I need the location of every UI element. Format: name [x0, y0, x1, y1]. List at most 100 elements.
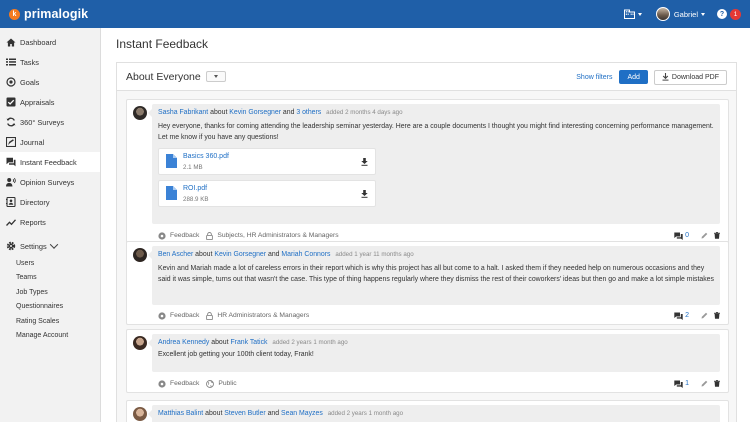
subject-link[interactable]: Kevin Gorsegner [229, 109, 281, 116]
sidebar-item-opinion-surveys[interactable]: Opinion Surveys [0, 172, 100, 192]
sidebar-item-journal[interactable]: Journal [0, 132, 100, 152]
sidebar-item-dashboard[interactable]: Dashboard [0, 32, 100, 52]
sidebar-item-directory[interactable]: Directory [0, 192, 100, 212]
trash-icon [714, 232, 720, 239]
top-bar: k primalogik Gabriel ? 1 [0, 0, 750, 28]
organization-menu[interactable] [623, 9, 642, 19]
and-text: and [282, 109, 295, 116]
sidebar-item-instant-feedback[interactable]: Instant Feedback [0, 152, 100, 172]
others-link[interactable]: 3 others [296, 109, 321, 116]
panel-header: About Everyone Show filters Add Download… [117, 63, 736, 91]
attachment-name[interactable]: Basics 360.pdf [183, 153, 229, 160]
building-icon [623, 9, 635, 19]
comment-count: 0 [685, 232, 689, 239]
visibility: Subjects, HR Administrators & Managers [217, 232, 339, 239]
chevron-down-icon [213, 75, 218, 78]
subject-link[interactable]: Mariah Connors [281, 251, 330, 258]
sidebar-subitem-users[interactable]: Users [0, 256, 100, 271]
file-icon [166, 154, 177, 169]
delete-button[interactable] [714, 380, 720, 387]
sidebar-subitem-job-types[interactable]: Job Types [0, 285, 100, 300]
subject-link[interactable]: Frank Tatick [230, 339, 267, 346]
sidebar-item-label: Tasks [20, 57, 39, 67]
author-link[interactable]: Sasha Fabrikant [158, 109, 208, 116]
brand-name: primalogik [24, 7, 89, 21]
visibility: HR Administrators & Managers [217, 312, 310, 319]
download-pdf-button[interactable]: Download PDF [653, 69, 727, 85]
attachment[interactable]: ROI.pdf 288.9 KB [158, 180, 376, 208]
author-link[interactable]: Andrea Kennedy [158, 339, 209, 346]
avatar [655, 7, 670, 21]
edit-button[interactable] [701, 312, 708, 319]
sidebar-item-tasks[interactable]: Tasks [0, 52, 100, 72]
feedback-card: Andrea Kennedy about Frank Tatick added … [126, 329, 729, 393]
target-icon [6, 77, 16, 87]
feedback-card: Matthias Balint about Steven Butler and … [126, 400, 729, 422]
sidebar-subitem-teams[interactable]: Teams [0, 271, 100, 286]
comments-icon [674, 380, 683, 388]
sidebar-item-goals[interactable]: Goals [0, 72, 100, 92]
avatar [133, 106, 147, 120]
author-link[interactable]: Ben Ascher [158, 251, 193, 258]
download-icon[interactable] [361, 158, 368, 167]
author-link[interactable]: Matthias Balint [158, 410, 203, 417]
sidebar-item-label: Journal [20, 137, 45, 147]
attachment[interactable]: Basics 360.pdf 2.1 MB [158, 148, 376, 176]
edit-button[interactable] [701, 380, 708, 387]
visibility: Public [218, 380, 237, 387]
comments-icon [674, 312, 683, 320]
comment-count: 2 [685, 312, 689, 319]
panel-title: About Everyone [126, 70, 201, 83]
comments-button[interactable]: 0 [674, 232, 689, 240]
delete-button[interactable] [714, 312, 720, 319]
sidebar: Dashboard Tasks Goals Appraisals 360° Su… [0, 28, 101, 422]
feedback-bubble: Andrea Kennedy about Frank Tatick added … [148, 334, 720, 372]
timestamp: added 2 months 4 days ago [326, 109, 403, 116]
help-menu[interactable]: ? 1 [717, 8, 741, 20]
audience-dropdown[interactable] [205, 71, 226, 82]
card-footer: Feedback Public 1 [158, 375, 720, 392]
comments-icon [674, 232, 683, 240]
sidebar-item-label: Instant Feedback [20, 157, 77, 167]
feedback-card: Sasha Fabrikant about Kevin Gorsegner an… [126, 99, 729, 245]
add-button[interactable]: Add [619, 70, 648, 84]
subject-link[interactable]: Kevin Gorsegner [214, 251, 266, 258]
feedback-message: Hey everyone, thanks for coming attendin… [158, 123, 714, 141]
trash-icon [714, 380, 720, 387]
sidebar-item-360-surveys[interactable]: 360° Surveys [0, 112, 100, 132]
delete-button[interactable] [714, 232, 720, 239]
comments-button[interactable]: 1 [674, 380, 689, 388]
feedback-type: Feedback [170, 380, 200, 387]
sidebar-item-label: Appraisals [20, 97, 55, 107]
comments-button[interactable]: 2 [674, 312, 689, 320]
sidebar-item-reports[interactable]: Reports [0, 212, 100, 232]
cycle-icon [6, 117, 16, 127]
attachment-name[interactable]: ROI.pdf [183, 185, 207, 192]
logo[interactable]: k primalogik [9, 7, 88, 21]
user-menu[interactable]: Gabriel [655, 7, 705, 21]
card-footer: Feedback HR Administrators & Managers 2 [158, 307, 720, 324]
sidebar-item-settings[interactable]: Settings [0, 236, 100, 256]
chevron-down-icon [701, 12, 705, 16]
feedback-message: Excellent job getting your 100th client … [158, 351, 314, 358]
about-text: about [210, 109, 228, 116]
sidebar-subitem-questionnaires[interactable]: Questionnaires [0, 300, 100, 315]
globe-icon [206, 379, 215, 388]
show-filters-link[interactable]: Show filters [576, 74, 612, 81]
edit-button[interactable] [701, 232, 708, 239]
sidebar-subitem-rating-scales[interactable]: Rating Scales [0, 314, 100, 329]
about-text: about [211, 339, 229, 346]
feedback-bubble: Ben Ascher about Kevin Gorsegner and Mar… [148, 246, 720, 305]
sidebar-item-label: Reports [20, 217, 46, 227]
main-content: Instant Feedback About Everyone Show fil… [101, 28, 750, 422]
sidebar-item-label: Dashboard [20, 37, 57, 47]
subject-link[interactable]: Sean Mayzes [281, 410, 323, 417]
download-icon[interactable] [361, 190, 368, 199]
file-icon [166, 186, 177, 201]
sidebar-subitem-manage-account[interactable]: Manage Account [0, 329, 100, 344]
avatar [133, 336, 147, 350]
pencil-icon [701, 232, 708, 239]
feedback-bubble: Sasha Fabrikant about Kevin Gorsegner an… [148, 104, 720, 224]
sidebar-item-appraisals[interactable]: Appraisals [0, 92, 100, 112]
subject-link[interactable]: Steven Butler [224, 410, 265, 417]
